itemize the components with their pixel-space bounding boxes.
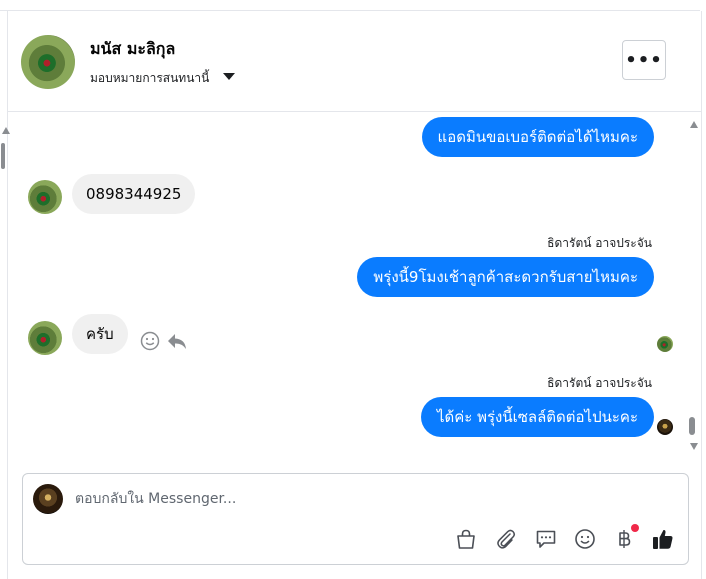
message-composer bbox=[22, 473, 689, 565]
thumbs-up-icon[interactable] bbox=[650, 526, 676, 552]
scroll-up-arrow[interactable] bbox=[690, 121, 698, 128]
incoming-message-bubble[interactable]: 0898344925 bbox=[72, 174, 196, 214]
more-options-label: ••• bbox=[625, 49, 663, 71]
message-sender-name: ธิดารัตน์ อาจประจัน bbox=[547, 236, 652, 250]
page-avatar bbox=[33, 484, 63, 514]
message-text: 0898344925 bbox=[86, 185, 182, 203]
notification-dot bbox=[631, 524, 639, 532]
reply-input[interactable] bbox=[75, 486, 635, 512]
left-scrollbar-thumb[interactable] bbox=[1, 143, 5, 169]
reply-icon[interactable] bbox=[166, 331, 188, 351]
contact-name[interactable]: มนัส มะลิกุล bbox=[90, 37, 175, 62]
chevron-down-icon[interactable] bbox=[223, 73, 235, 80]
emoji-icon[interactable] bbox=[572, 526, 598, 552]
outgoing-message-bubble[interactable]: พรุ่งนี้9โมงเช้าลูกค้าสะดวกรับสายไหมคะ bbox=[357, 257, 654, 297]
message-text: พรุ่งนี้9โมงเช้าลูกค้าสะดวกรับสายไหมคะ bbox=[373, 268, 638, 286]
shopping-bag-icon[interactable] bbox=[453, 526, 479, 552]
message-text: แอดมินขอเบอร์ติดต่อได้ไหมคะ bbox=[437, 128, 638, 146]
incoming-message-bubble[interactable]: ครับ bbox=[72, 314, 128, 354]
more-options-button[interactable]: ••• bbox=[622, 40, 666, 80]
assign-conversation-label[interactable]: มอบหมายการสนทนานี้ bbox=[90, 69, 209, 88]
seen-by-page-avatar bbox=[657, 419, 673, 435]
outgoing-message-bubble[interactable]: ได้ค่ะ พรุ่งนี้เซลล์ติดต่อไปนะคะ bbox=[420, 397, 654, 437]
seen-by-contact-avatar bbox=[657, 336, 673, 352]
contact-avatar[interactable] bbox=[21, 35, 75, 89]
contact-message-avatar[interactable] bbox=[28, 321, 62, 355]
saved-reply-icon[interactable] bbox=[533, 526, 559, 552]
scroll-down-arrow[interactable] bbox=[690, 443, 698, 450]
message-sender-name: ธิดารัตน์ อาจประจัน bbox=[547, 376, 652, 390]
paperclip-icon[interactable] bbox=[493, 526, 519, 552]
react-emoji-icon[interactable] bbox=[140, 331, 160, 351]
left-scroll-up-arrow[interactable] bbox=[2, 127, 10, 134]
message-text: ครับ bbox=[86, 325, 114, 343]
scrollbar-thumb[interactable] bbox=[689, 417, 695, 435]
outgoing-message-bubble[interactable]: แอดมินขอเบอร์ติดต่อได้ไหมคะ bbox=[421, 117, 654, 157]
conversation-header: มนัส มะลิกุล มอบหมายการสนทนานี้ ••• bbox=[8, 11, 701, 112]
message-text: ได้ค่ะ พรุ่งนี้เซลล์ติดต่อไปนะคะ bbox=[436, 408, 638, 426]
conversation-panel: มนัส มะลิกุล มอบหมายการสนทนานี้ ••• แอดม… bbox=[1, 11, 702, 579]
contact-message-avatar[interactable] bbox=[28, 180, 62, 214]
